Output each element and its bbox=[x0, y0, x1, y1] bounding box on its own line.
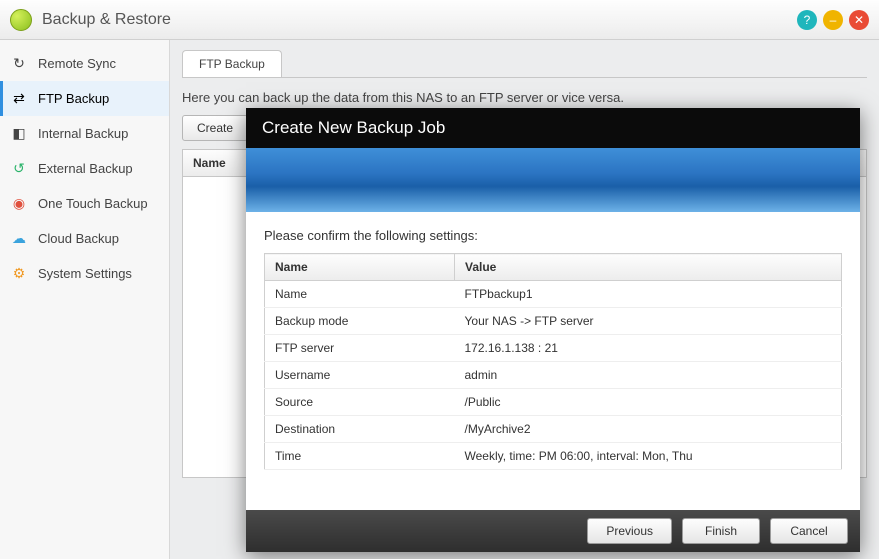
col-value: Value bbox=[455, 254, 842, 281]
cancel-button[interactable]: Cancel bbox=[770, 518, 848, 544]
dialog-footer: Previous Finish Cancel bbox=[246, 510, 860, 552]
row-value: 172.16.1.138 : 21 bbox=[455, 335, 842, 362]
row-value: Your NAS -> FTP server bbox=[455, 308, 842, 335]
row-key: Username bbox=[265, 362, 455, 389]
table-row: NameFTPbackup1 bbox=[265, 281, 842, 308]
row-key: Time bbox=[265, 443, 455, 470]
table-row: Source/Public bbox=[265, 389, 842, 416]
table-row: TimeWeekly, time: PM 06:00, interval: Mo… bbox=[265, 443, 842, 470]
table-row: Destination/MyArchive2 bbox=[265, 416, 842, 443]
row-key: Backup mode bbox=[265, 308, 455, 335]
dialog-prompt: Please confirm the following settings: bbox=[264, 228, 842, 243]
row-key: Destination bbox=[265, 416, 455, 443]
row-key: FTP server bbox=[265, 335, 455, 362]
row-value: Weekly, time: PM 06:00, interval: Mon, T… bbox=[455, 443, 842, 470]
table-row: Usernameadmin bbox=[265, 362, 842, 389]
row-key: Source bbox=[265, 389, 455, 416]
row-value: /Public bbox=[455, 389, 842, 416]
previous-button[interactable]: Previous bbox=[587, 518, 672, 544]
settings-table: Name Value NameFTPbackup1 Backup modeYou… bbox=[264, 253, 842, 470]
row-key: Name bbox=[265, 281, 455, 308]
dialog-title: Create New Backup Job bbox=[246, 108, 860, 148]
table-row: FTP server172.16.1.138 : 21 bbox=[265, 335, 842, 362]
table-row: Backup modeYour NAS -> FTP server bbox=[265, 308, 842, 335]
dialog-banner bbox=[246, 148, 860, 212]
create-backup-dialog: Create New Backup Job Please confirm the… bbox=[246, 108, 860, 552]
dialog-body: Please confirm the following settings: N… bbox=[246, 212, 860, 470]
row-value: FTPbackup1 bbox=[455, 281, 842, 308]
row-value: admin bbox=[455, 362, 842, 389]
row-value: /MyArchive2 bbox=[455, 416, 842, 443]
col-name: Name bbox=[265, 254, 455, 281]
finish-button[interactable]: Finish bbox=[682, 518, 760, 544]
